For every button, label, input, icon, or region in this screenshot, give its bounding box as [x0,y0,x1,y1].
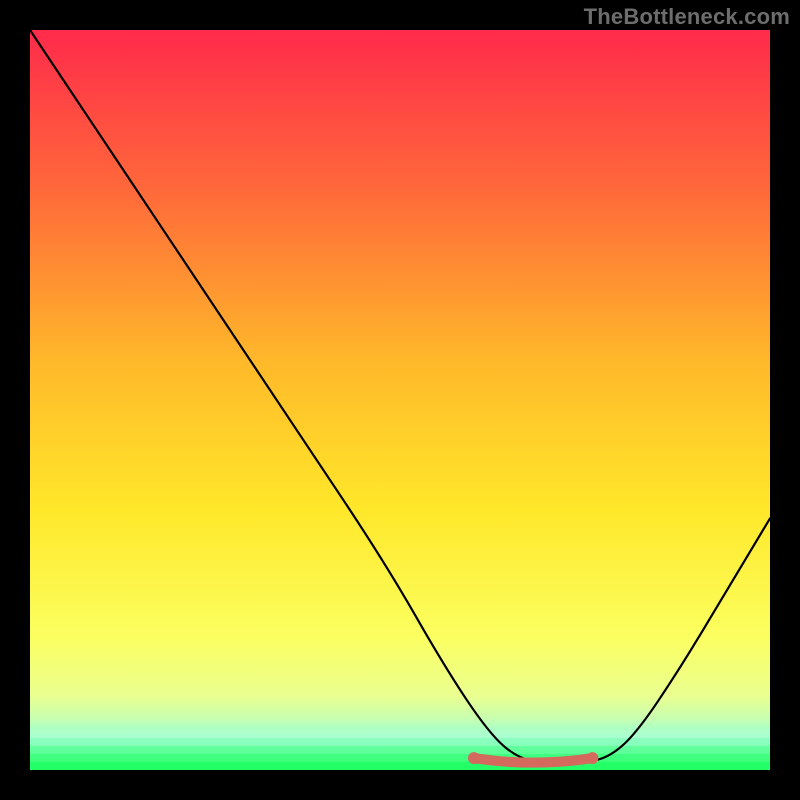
plot-area [30,30,770,770]
chart-stage: TheBottleneck.com [0,0,800,800]
watermark-text: TheBottleneck.com [584,4,790,30]
trough-marker [30,30,770,770]
